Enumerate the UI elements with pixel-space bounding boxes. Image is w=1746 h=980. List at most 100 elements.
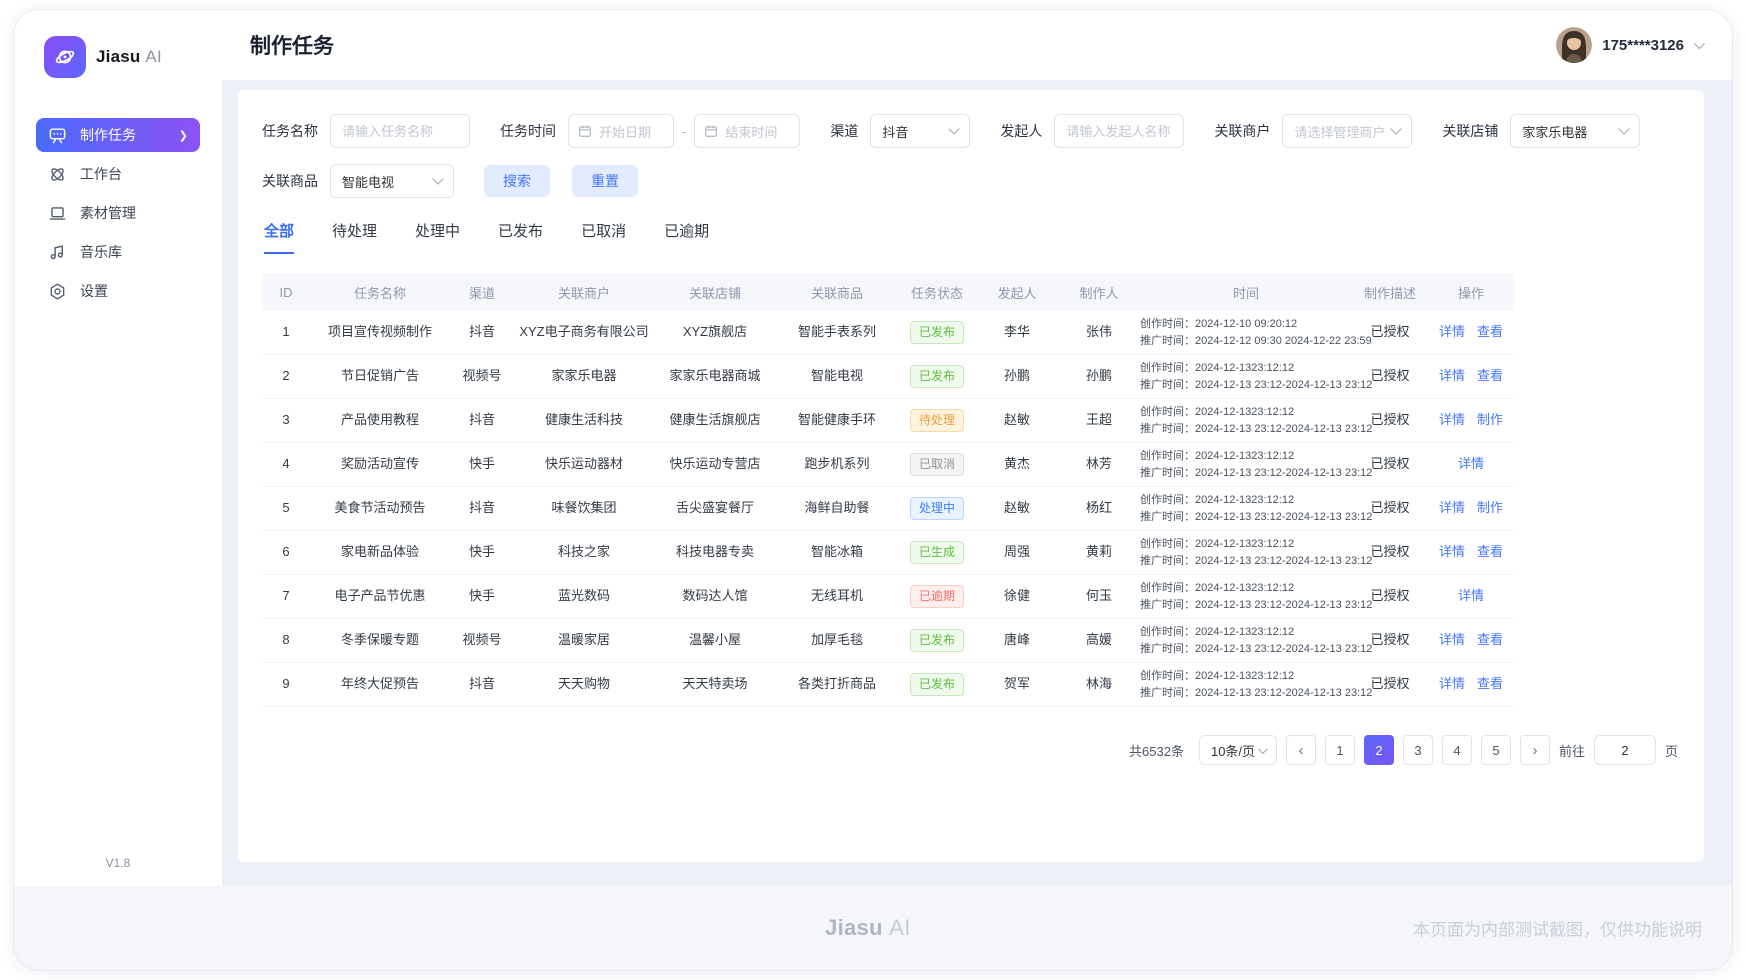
time-cell: 创作时间：2024-12-1323:12:12推广时间：2024-12-13 2…: [1140, 447, 1352, 482]
merchant-select[interactable]: 请选择管理商户: [1282, 114, 1412, 148]
user-menu[interactable]: 175****3126: [1556, 27, 1702, 63]
action-link[interactable]: 制作: [1477, 412, 1503, 427]
tab-4[interactable]: 已取消: [581, 220, 626, 254]
action-link[interactable]: 查看: [1477, 632, 1503, 647]
desc-cell: 已授权: [1352, 500, 1428, 517]
tab-1[interactable]: 待处理: [332, 220, 377, 254]
cell: 9: [262, 676, 310, 693]
sidebar: Jiasu AI 制作任务❯工作台❯素材管理❯音乐库❯设置❯ V1.8: [14, 10, 222, 886]
cell: 蓝光数码: [514, 588, 654, 605]
tab-0[interactable]: 全部: [264, 220, 294, 254]
cell: 无线耳机: [776, 588, 898, 605]
actions-cell: 详情查看: [1428, 324, 1514, 341]
goto-label: 前往: [1559, 741, 1585, 760]
status-cell: 处理中: [898, 497, 976, 520]
merchant-label: 关联商户: [1214, 121, 1270, 141]
calendar-icon: [704, 124, 718, 138]
table-row: 7电子产品节优惠快手蓝光数码数码达人馆无线耳机已逾期徐健何玉创作时间：2024-…: [262, 575, 1514, 619]
cell: 跑步机系列: [776, 456, 898, 473]
action-link[interactable]: 查看: [1477, 676, 1503, 691]
task-name-label: 任务名称: [262, 121, 318, 141]
sidebar-item-workbench[interactable]: 工作台❯: [36, 157, 200, 191]
cell: 味餐饮集团: [514, 500, 654, 517]
task-time-label: 任务时间: [500, 121, 556, 141]
cell: 温暖家居: [514, 632, 654, 649]
cell: 林海: [1058, 676, 1140, 693]
task-card: 任务名称 任务时间 开始日期 -: [238, 90, 1704, 862]
cell: 何玉: [1058, 588, 1140, 605]
column-header: 时间: [1140, 283, 1352, 302]
goto-page-input[interactable]: [1594, 735, 1656, 765]
page-button-1[interactable]: 1: [1325, 735, 1355, 765]
cell: 李华: [976, 324, 1058, 341]
cell: 智能手表系列: [776, 324, 898, 341]
search-button[interactable]: 搜索: [484, 165, 550, 197]
page-button-3[interactable]: 3: [1403, 735, 1433, 765]
tab-2[interactable]: 处理中: [415, 220, 460, 254]
column-header: 关联商品: [776, 283, 898, 302]
cell: 舌尖盛宴餐厅: [654, 500, 776, 517]
action-link[interactable]: 查看: [1477, 324, 1503, 339]
action-link[interactable]: 详情: [1439, 500, 1465, 515]
tab-3[interactable]: 已发布: [498, 220, 543, 254]
cell: 天天特卖场: [654, 676, 776, 693]
action-link[interactable]: 详情: [1458, 456, 1484, 471]
cell: 加厚毛毯: [776, 632, 898, 649]
end-date-input[interactable]: 结束时间: [694, 114, 800, 148]
product-select[interactable]: 智能电视: [330, 164, 454, 198]
cell: 智能电视: [776, 368, 898, 385]
action-link[interactable]: 详情: [1439, 632, 1465, 647]
next-page-button[interactable]: ›: [1520, 735, 1550, 765]
atom-icon: [48, 165, 68, 184]
status-badge: 已逾期: [910, 585, 964, 608]
cell: 3: [262, 412, 310, 429]
action-link[interactable]: 查看: [1477, 544, 1503, 559]
action-link[interactable]: 查看: [1477, 368, 1503, 383]
sidebar-item-music-library[interactable]: 音乐库❯: [36, 235, 200, 269]
start-date-input[interactable]: 开始日期: [568, 114, 674, 148]
action-link[interactable]: 详情: [1439, 676, 1465, 691]
action-link[interactable]: 制作: [1477, 500, 1503, 515]
sidebar-item-material-management[interactable]: 素材管理❯: [36, 196, 200, 230]
cell: 年终大促预告: [310, 676, 450, 693]
task-name-input[interactable]: [330, 114, 470, 148]
tab-5[interactable]: 已逾期: [664, 220, 709, 254]
column-header: 任务名称: [310, 283, 450, 302]
cell: 科技之家: [514, 544, 654, 561]
task-table: ID任务名称渠道关联商户关联店铺关联商品任务状态发起人制作人时间制作描述操作 1…: [262, 273, 1514, 707]
cell: 7: [262, 588, 310, 605]
action-link[interactable]: 详情: [1458, 588, 1484, 603]
action-link[interactable]: 详情: [1439, 368, 1465, 383]
status-badge: 已发布: [910, 673, 964, 696]
desc-cell: 已授权: [1352, 632, 1428, 649]
sidebar-item-settings[interactable]: 设置❯: [36, 274, 200, 308]
action-link[interactable]: 详情: [1439, 544, 1465, 559]
cell: 赵敏: [976, 500, 1058, 517]
page-button-4[interactable]: 4: [1442, 735, 1472, 765]
cell: 奖励活动宣传: [310, 456, 450, 473]
cell: 抖音: [450, 500, 514, 517]
cell: 唐峰: [976, 632, 1058, 649]
initiator-input[interactable]: [1054, 114, 1184, 148]
cell: 各类打折商品: [776, 676, 898, 693]
channel-select[interactable]: 抖音: [870, 114, 970, 148]
page-footer: Jiasu AI 本页面为内部测试截图，仅供功能说明: [14, 886, 1732, 970]
cell: 智能健康手环: [776, 412, 898, 429]
action-link[interactable]: 详情: [1439, 412, 1465, 427]
sidebar-item-production-tasks[interactable]: 制作任务❯: [36, 118, 200, 152]
brand-name: Jiasu AI: [96, 47, 162, 67]
app-window: Jiasu AI 制作任务❯工作台❯素材管理❯音乐库❯设置❯ V1.8 制作任务: [14, 10, 1732, 970]
product-label: 关联商品: [262, 171, 318, 191]
store-select[interactable]: 家家乐电器: [1510, 114, 1640, 148]
page-button-2[interactable]: 2: [1364, 735, 1394, 765]
page-button-5[interactable]: 5: [1481, 735, 1511, 765]
page-size-select[interactable]: 10条/页: [1199, 735, 1277, 765]
desc-cell: 已授权: [1352, 544, 1428, 561]
reset-button[interactable]: 重置: [572, 165, 638, 197]
goto-unit: 页: [1665, 741, 1678, 760]
prev-page-button[interactable]: ‹: [1286, 735, 1316, 765]
action-link[interactable]: 详情: [1439, 324, 1465, 339]
brand: Jiasu AI: [36, 36, 200, 78]
table-row: 4奖励活动宣传快手快乐运动器材快乐运动专营店跑步机系列已取消黄杰林芳创作时间：2…: [262, 443, 1514, 487]
cell: 1: [262, 324, 310, 341]
